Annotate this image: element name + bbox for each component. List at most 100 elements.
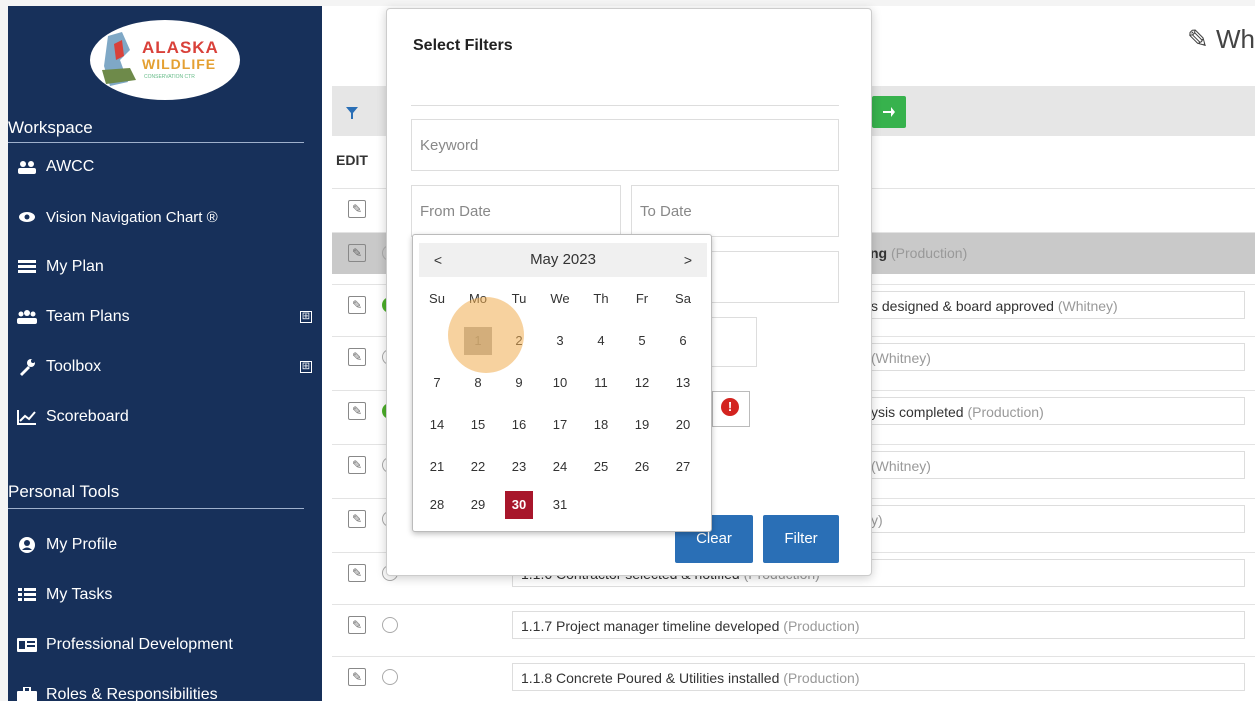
edit-pencil-icon[interactable]: ✎ bbox=[348, 616, 366, 634]
popup-title: Select Filters bbox=[413, 37, 513, 54]
expand-icon[interactable]: ⊞ bbox=[300, 311, 312, 323]
sidebar-item-toolbox[interactable]: Toolbox ⊞ bbox=[16, 352, 312, 382]
calendar-month-label[interactable]: May 2023 bbox=[419, 243, 707, 277]
calendar-day[interactable]: 25 bbox=[587, 453, 615, 481]
tasks-icon bbox=[16, 586, 38, 604]
sidebar-item-awcc[interactable]: AWCC bbox=[16, 152, 312, 182]
sidebar-item-label: Professional Development bbox=[46, 636, 233, 653]
filter-button[interactable]: Filter bbox=[763, 515, 839, 563]
calendar-day[interactable]: 27 bbox=[669, 453, 697, 481]
sidebar-item-label: My Plan bbox=[46, 258, 104, 275]
calendar-day[interactable]: 12 bbox=[628, 369, 656, 397]
row-text[interactable]: 1.1.7 Project manager timeline developed… bbox=[512, 611, 1245, 639]
sidebar-item-my-tasks[interactable]: My Tasks bbox=[16, 580, 312, 610]
popup-divider bbox=[411, 105, 839, 106]
edit-pencil-icon[interactable]: ✎ bbox=[348, 456, 366, 474]
calendar-day[interactable]: 19 bbox=[628, 411, 656, 439]
team-icon bbox=[16, 308, 38, 326]
calendar-day[interactable]: 18 bbox=[587, 411, 615, 439]
user-circle-icon bbox=[16, 536, 38, 554]
edit-pencil-icon[interactable]: ✎ bbox=[348, 200, 366, 218]
row-text[interactable]: ysis completed (Production) bbox=[862, 397, 1245, 425]
filter-field-small[interactable] bbox=[707, 317, 757, 367]
logo-line2: WILDLIFE bbox=[142, 56, 217, 72]
calendar-day[interactable]: 15 bbox=[464, 411, 492, 439]
row-text[interactable]: s designed & board approved (Whitney) bbox=[862, 291, 1245, 319]
sidebar-item-vision-navigation-chart[interactable]: Vision Navigation Chart ® bbox=[16, 202, 312, 232]
calendar-day[interactable]: 14 bbox=[423, 411, 451, 439]
filter-field[interactable] bbox=[711, 251, 839, 303]
briefcase-icon bbox=[16, 686, 38, 701]
calendar-day[interactable]: 7 bbox=[423, 369, 451, 397]
filter-icon[interactable] bbox=[346, 106, 358, 122]
calendar-day[interactable]: 21 bbox=[423, 453, 451, 481]
sidebar-item-roles-responsibilities[interactable]: Roles & Responsibilities bbox=[16, 680, 312, 701]
row-text[interactable]: y) bbox=[862, 505, 1245, 533]
expand-icon[interactable]: ⊞ bbox=[300, 361, 312, 373]
edit-pencil-icon[interactable]: ✎ bbox=[348, 348, 366, 366]
edit-pencil-icon[interactable]: ✎ bbox=[348, 296, 366, 314]
calendar-day[interactable]: 23 bbox=[505, 453, 533, 481]
calendar-day[interactable]: 4 bbox=[587, 327, 615, 355]
click-highlight bbox=[448, 297, 524, 373]
sidebar-item-my-plan[interactable]: My Plan bbox=[16, 252, 312, 282]
page-title: ✎ Wh bbox=[1186, 24, 1255, 54]
row-text[interactable]: (Whitney) bbox=[862, 451, 1245, 479]
sidebar-item-my-profile[interactable]: My Profile bbox=[16, 530, 312, 560]
go-arrow-button[interactable] bbox=[872, 96, 906, 128]
calendar-day[interactable]: 26 bbox=[628, 453, 656, 481]
edit-pencil-icon[interactable]: ✎ bbox=[348, 668, 366, 686]
calendar-day[interactable]: 5 bbox=[628, 327, 656, 355]
calendar-day[interactable]: 10 bbox=[546, 369, 574, 397]
calendar-day[interactable]: 31 bbox=[546, 491, 574, 519]
error-field[interactable]: ! bbox=[712, 391, 750, 427]
personal-tools-divider bbox=[8, 508, 304, 509]
to-date-input[interactable]: To Date bbox=[631, 185, 839, 237]
sidebar-item-label: Scoreboard bbox=[46, 408, 129, 425]
sidebar-item-label: Vision Navigation Chart ® bbox=[46, 208, 218, 226]
date-picker: < May 2023 > SuMoTuWeThFrSa1234567891011… bbox=[412, 234, 712, 532]
from-date-input[interactable]: From Date bbox=[411, 185, 621, 237]
calendar-day[interactable]: 22 bbox=[464, 453, 492, 481]
edit-pencil-icon[interactable]: ✎ bbox=[348, 510, 366, 528]
status-check-icon[interactable] bbox=[382, 669, 398, 685]
calendar-day[interactable]: 24 bbox=[546, 453, 574, 481]
calendar-day[interactable]: 29 bbox=[464, 491, 492, 519]
table-row[interactable]: ✎ 1.1.8 Concrete Poured & Utilities inst… bbox=[332, 656, 1255, 698]
sidebar-item-team-plans[interactable]: Team Plans ⊞ bbox=[16, 302, 312, 332]
error-icon: ! bbox=[721, 398, 739, 416]
edit-pencil-icon[interactable]: ✎ bbox=[348, 244, 366, 262]
edit-pencil-icon[interactable]: ✎ bbox=[348, 564, 366, 582]
calendar-day[interactable]: 20 bbox=[669, 411, 697, 439]
sidebar-item-label: Toolbox bbox=[46, 358, 102, 375]
row-text[interactable]: 1.1.8 Concrete Poured & Utilities instal… bbox=[512, 663, 1245, 691]
workspace-title: Workspace bbox=[8, 118, 93, 137]
weekday-label: Su bbox=[429, 291, 445, 306]
calendar-day[interactable]: 16 bbox=[505, 411, 533, 439]
calendar-day[interactable]: 13 bbox=[669, 369, 697, 397]
sidebar-item-professional-development[interactable]: Professional Development bbox=[16, 630, 312, 660]
calendar-day[interactable]: 30 bbox=[505, 491, 533, 519]
sidebar-item-scoreboard[interactable]: Scoreboard bbox=[16, 402, 312, 432]
calendar-day[interactable]: 3 bbox=[546, 327, 574, 355]
row-text[interactable]: ng (Production) bbox=[862, 239, 1245, 267]
group-icon bbox=[16, 158, 38, 176]
keyword-input[interactable]: Keyword bbox=[411, 119, 839, 171]
calendar-day[interactable]: 6 bbox=[669, 327, 697, 355]
calendar-day[interactable]: 9 bbox=[505, 369, 533, 397]
status-check-icon[interactable] bbox=[382, 617, 398, 633]
logo-line1: ALASKA bbox=[142, 38, 219, 57]
table-row[interactable]: ✎ 1.1.7 Project manager timeline develop… bbox=[332, 604, 1255, 646]
calendar-day[interactable]: 11 bbox=[587, 369, 615, 397]
next-month-button[interactable]: > bbox=[673, 243, 703, 277]
row-text[interactable]: (Whitney) bbox=[862, 343, 1245, 371]
calendar-day[interactable]: 17 bbox=[546, 411, 574, 439]
calendar-day[interactable]: 8 bbox=[464, 369, 492, 397]
edit-pencil-icon[interactable]: ✎ bbox=[348, 402, 366, 420]
workspace-divider bbox=[8, 142, 304, 143]
sidebar-item-label: My Profile bbox=[46, 536, 118, 553]
calendar-day[interactable]: 28 bbox=[423, 491, 451, 519]
list-icon bbox=[16, 258, 38, 276]
alaska-wildlife-logo[interactable]: ALASKA WILDLIFE CONSERVATION CTR bbox=[90, 20, 240, 100]
chart-icon bbox=[16, 408, 38, 426]
